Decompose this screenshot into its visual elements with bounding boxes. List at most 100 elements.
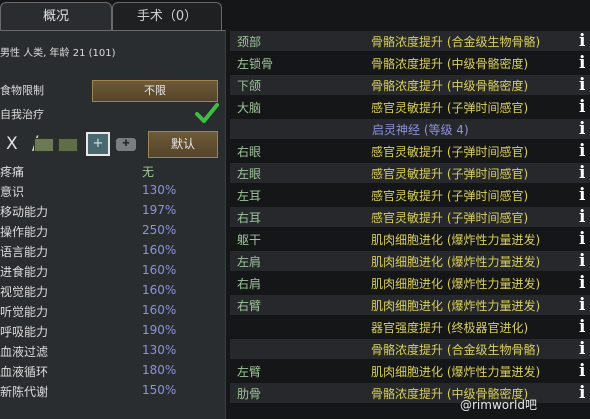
default-button[interactable]: 默认 <box>148 131 218 158</box>
hediff-row[interactable]: 左臂 肌肉细胞进化 (爆炸性力量迸发) i <box>230 361 590 381</box>
clear-apparel-icon[interactable]: X <box>6 134 18 154</box>
pawn-summary: 男性 人类, 年龄 21 (101) <box>0 48 116 59</box>
hediff-row[interactable]: 颈部 骨骼浓度提升 (合金级生物骨骼) i <box>230 31 590 51</box>
capacity-row: 视觉能力 160% <box>0 283 226 303</box>
hediff-label: 器官强度提升 (终极器官进化) <box>371 321 529 335</box>
info-icon[interactable]: i <box>579 230 590 249</box>
info-icon[interactable]: i <box>579 252 590 271</box>
capacity-name: 意识 <box>0 185 25 199</box>
hediff-row[interactable]: 右耳 感官灵敏提升 (子弹时间感官) i <box>230 207 590 227</box>
hediff-row[interactable]: 骨骼浓度提升 (合金级生物骨骼) i <box>230 339 590 359</box>
checkmark-icon[interactable] <box>194 101 220 125</box>
info-icon[interactable]: i <box>579 164 590 183</box>
selected-policy-icon[interactable]: + <box>86 132 110 156</box>
capacity-name: 听觉能力 <box>0 305 49 319</box>
hediff-label: 骨骼浓度提升 (中级骨骼密度) <box>371 57 529 71</box>
hediff-row[interactable]: 下颌 骨骼浓度提升 (中级骨骼密度) i <box>230 75 590 95</box>
info-icon[interactable]: i <box>579 32 590 51</box>
info-icon[interactable]: i <box>579 120 590 139</box>
hediff-label: 骨骼浓度提升 (合金级生物骨骼) <box>371 35 541 49</box>
capacity-value: 160% <box>142 263 177 277</box>
capacity-value: 250% <box>142 223 177 237</box>
medicine-icon[interactable]: ✚ <box>116 138 136 151</box>
body-part-label: 躯干 <box>237 233 262 247</box>
capacity-name: 移动能力 <box>0 205 49 219</box>
hediff-label: 感官灵敏提升 (子弹时间感官) <box>371 189 529 203</box>
hediff-row[interactable]: 启灵神经 (等级 4) i <box>230 119 590 139</box>
body-part-label: 右肩 <box>237 277 262 291</box>
hediff-row[interactable]: 右眼 感官灵敏提升 (子弹时间感官) i <box>230 141 590 161</box>
capacity-value: 150% <box>142 383 177 397</box>
info-icon[interactable]: i <box>579 274 590 293</box>
info-icon[interactable]: i <box>579 76 590 95</box>
health-list: 颈部 骨骼浓度提升 (合金级生物骨骼) i 左锁骨 骨骼浓度提升 (中级骨骼密度) i 下颌… <box>230 0 590 419</box>
food-restriction-button[interactable]: 不限 <box>92 80 218 102</box>
watermark: @rimworld吧 <box>460 398 537 412</box>
hediff-label: 感官灵敏提升 (子弹时间感官) <box>371 211 529 225</box>
body-part-label: 颈部 <box>237 35 262 49</box>
hediff-row[interactable]: 右肩 肌肉细胞进化 (爆炸性力量迸发) i <box>230 273 590 293</box>
tab-operations[interactable]: 手术（0） <box>112 2 222 30</box>
info-icon[interactable]: i <box>579 54 590 73</box>
hediff-row[interactable]: 左锁骨 骨骼浓度提升 (中级骨骼密度) i <box>230 53 590 73</box>
capacity-name: 进食能力 <box>0 265 49 279</box>
capacity-row: 移动能力 197% <box>0 203 226 223</box>
capacity-value: 130% <box>142 183 177 197</box>
capacity-row: 呼吸能力 190% <box>0 323 226 343</box>
info-icon[interactable]: i <box>579 296 590 315</box>
hediff-row[interactable]: 左肩 肌肉细胞进化 (爆炸性力量迸发) i <box>230 251 590 271</box>
hediff-label: 肌肉细胞进化 (爆炸性力量迸发) <box>371 233 541 247</box>
body-part-label: 右臂 <box>237 299 262 313</box>
info-icon[interactable]: i <box>579 98 590 117</box>
capacity-row: 操作能力 250% <box>0 223 226 243</box>
capacity-value: 130% <box>142 343 177 357</box>
armor-tier-2-icon[interactable] <box>58 138 78 152</box>
capacity-row: 听觉能力 160% <box>0 303 226 323</box>
hediff-label: 感官灵敏提升 (子弹时间感官) <box>371 101 529 115</box>
info-icon[interactable]: i <box>579 362 590 381</box>
hediff-row[interactable]: 器官强度提升 (终极器官进化) i <box>230 317 590 337</box>
capacity-name: 新陈代谢 <box>0 385 49 399</box>
hediff-label: 启灵神经 (等级 4) <box>372 123 469 137</box>
hediff-row[interactable]: 大脑 感官灵敏提升 (子弹时间感官) i <box>230 97 590 117</box>
capacity-name: 语言能力 <box>0 245 49 259</box>
body-part-label: 左臂 <box>237 365 262 379</box>
capacity-row: 意识 130% <box>0 183 226 203</box>
capacity-row: 新陈代谢 150% <box>0 383 226 403</box>
info-icon[interactable]: i <box>579 142 590 161</box>
body-part-label: 左耳 <box>237 189 262 203</box>
hediff-row[interactable]: 左耳 感官灵敏提升 (子弹时间感官) i <box>230 185 590 205</box>
capacity-row: 语言能力 160% <box>0 243 226 263</box>
body-part-label: 左眼 <box>237 167 262 181</box>
tab-overview[interactable]: 概况 <box>0 2 112 30</box>
capacity-value: 190% <box>142 323 177 337</box>
hediff-row[interactable]: 右臂 肌肉细胞进化 (爆炸性力量迸发) i <box>230 295 590 315</box>
capacity-name: 呼吸能力 <box>0 325 49 339</box>
self-tend-label: 自我治疗 <box>0 108 44 121</box>
capacity-value: 160% <box>142 303 177 317</box>
hediff-row[interactable]: 左眼 感官灵敏提升 (子弹时间感官) i <box>230 163 590 183</box>
info-icon[interactable]: i <box>579 186 590 205</box>
capacity-name: 操作能力 <box>0 225 49 239</box>
body-part-label: 下颌 <box>237 79 262 93</box>
capacity-value: 160% <box>142 283 177 297</box>
hediff-label: 骨骼浓度提升 (合金级生物骨骼) <box>371 343 541 357</box>
hediff-label: 肌肉细胞进化 (爆炸性力量迸发) <box>371 255 541 269</box>
hediff-label: 感官灵敏提升 (子弹时间感官) <box>371 145 529 159</box>
armor-tier-1-icon[interactable] <box>34 138 54 152</box>
body-part-label: 右耳 <box>237 211 262 225</box>
capacity-value: 160% <box>142 243 177 257</box>
hediff-row[interactable]: 躯干 肌肉细胞进化 (爆炸性力量迸发) i <box>230 229 590 249</box>
info-icon[interactable]: i <box>579 318 590 337</box>
body-part-label: 大脑 <box>237 101 262 115</box>
body-part-label: 左锁骨 <box>237 57 274 71</box>
hediff-label: 肌肉细胞进化 (爆炸性力量迸发) <box>371 299 541 313</box>
info-icon[interactable]: i <box>579 208 590 227</box>
capacity-name: 疼痛 <box>0 165 25 179</box>
hediff-label: 骨骼浓度提升 (中级骨骼密度) <box>371 79 529 93</box>
capacity-row: 血液循环 180% <box>0 363 226 383</box>
info-icon[interactable]: i <box>579 340 590 359</box>
info-icon[interactable]: i <box>579 384 590 403</box>
capacity-row: 血液过滤 130% <box>0 343 226 363</box>
body-part-label: 左肩 <box>237 255 262 269</box>
